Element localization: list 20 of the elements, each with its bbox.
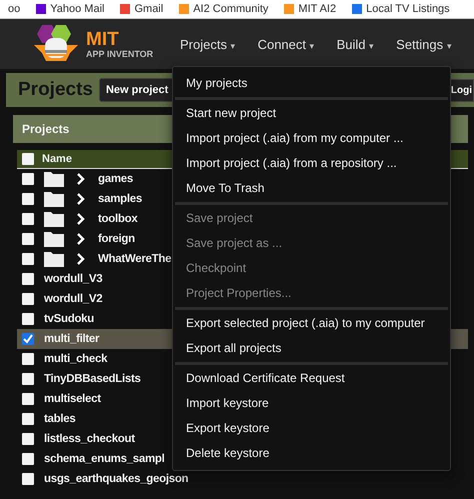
project-name: toolbox <box>98 213 138 225</box>
project-name: TinyDBBasedLists <box>44 373 141 385</box>
toolbar-title: Projects <box>18 79 93 101</box>
project-name: listless_checkout <box>44 433 135 445</box>
project-name: usgs_earthquakes_geojson <box>44 473 188 485</box>
logo-subtitle: APP INVENTOR <box>86 50 154 58</box>
column-label: Name <box>42 153 72 165</box>
project-name: WhatWereThe <box>98 253 172 265</box>
project-name: multiselect <box>44 393 101 405</box>
project-name: tvSudoku <box>44 313 94 325</box>
project-name: samples <box>98 193 142 205</box>
project-name: wordull_V2 <box>44 293 102 305</box>
project-name: multi_check <box>44 353 108 365</box>
project-name: tables <box>44 413 76 425</box>
logo-title: MIT <box>86 30 120 48</box>
project-name: wordull_V3 <box>44 273 102 285</box>
project-name: foreign <box>98 233 135 245</box>
project-name: schema_enums_sampl <box>44 453 165 465</box>
project-name: games <box>98 173 133 185</box>
project-name: multi_filter <box>44 333 100 345</box>
